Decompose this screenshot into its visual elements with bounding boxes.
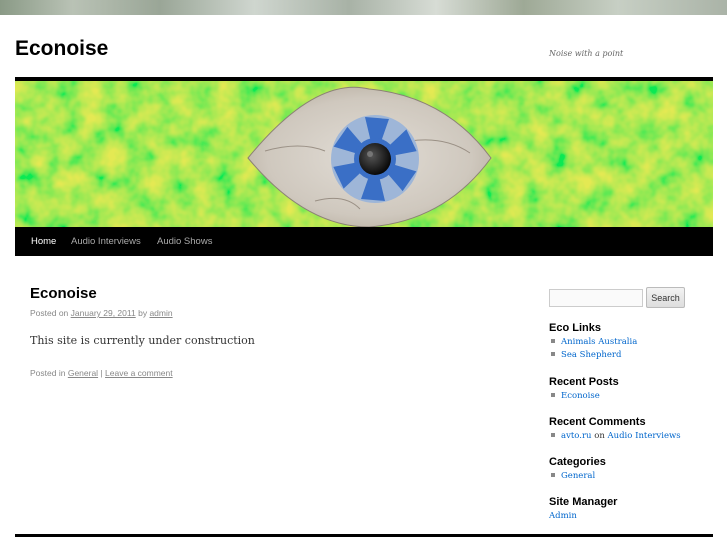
nav-audio-interviews[interactable]: Audio Interviews (63, 227, 149, 256)
sea-shepherd-link[interactable]: Sea Shepherd (561, 350, 621, 360)
animals-australia-link[interactable]: Animals Australia (561, 337, 637, 347)
nav-audio-shows[interactable]: Audio Shows (149, 227, 220, 256)
bullet-icon (551, 339, 555, 343)
posted-in-label: Posted in (30, 368, 66, 378)
recent-post-link[interactable]: Econoise (561, 391, 600, 401)
bullet-icon (551, 433, 555, 437)
post-title[interactable]: Econoise (30, 285, 97, 302)
site-manager-item: Admin (549, 511, 577, 521)
post-footer-meta: Posted in General | Leave a comment (30, 368, 173, 378)
page-wrapper: Econoise Noise with a point Home Audio I… (0, 15, 727, 545)
site-description: Noise with a point (549, 49, 624, 58)
recent-posts-title: Recent Posts (549, 376, 619, 388)
post-content: This site is currently under constructio… (30, 334, 255, 347)
by-label: by (138, 308, 148, 318)
footer-rule (15, 534, 713, 537)
eco-link-item: Animals Australia (549, 337, 637, 347)
posted-on-label: Posted on (30, 308, 69, 318)
recent-post-item: Econoise (549, 391, 600, 401)
site-title[interactable]: Econoise (15, 37, 108, 61)
sidebar-category-link[interactable]: General (561, 471, 595, 481)
bullet-icon (551, 352, 555, 356)
iris (331, 115, 419, 203)
search-input[interactable] (549, 289, 643, 307)
site-manager-title: Site Manager (549, 496, 618, 508)
header-banner-image (15, 81, 713, 227)
recent-comments-title: Recent Comments (549, 416, 646, 428)
meta-separator: | (100, 368, 103, 378)
post-author-link[interactable]: admin (149, 308, 172, 318)
admin-link[interactable]: Admin (549, 511, 577, 521)
bullet-icon (551, 473, 555, 477)
categories-title: Categories (549, 456, 606, 468)
category-link[interactable]: General (68, 368, 98, 378)
post-meta: Posted on January 29, 2011 by admin (30, 308, 173, 318)
comment-on-label: on (594, 431, 605, 441)
bullet-icon (551, 393, 555, 397)
main-navigation: Home Audio Interviews Audio Shows (15, 227, 713, 256)
comment-post-link[interactable]: Audio Interviews (608, 431, 681, 441)
eco-link-item: Sea Shepherd (549, 350, 621, 360)
search-button[interactable]: Search (646, 287, 685, 308)
recent-comment-item: avto.ru on Audio Interviews (549, 431, 681, 441)
post-date-link[interactable]: January 29, 2011 (71, 308, 136, 318)
eco-links-title: Eco Links (549, 322, 601, 334)
comment-author-link[interactable]: avto.ru (561, 431, 592, 441)
leave-comment-link[interactable]: Leave a comment (105, 368, 173, 378)
category-item: General (549, 471, 595, 481)
nav-home[interactable]: Home (23, 227, 64, 256)
background-photo-strip (0, 0, 727, 15)
